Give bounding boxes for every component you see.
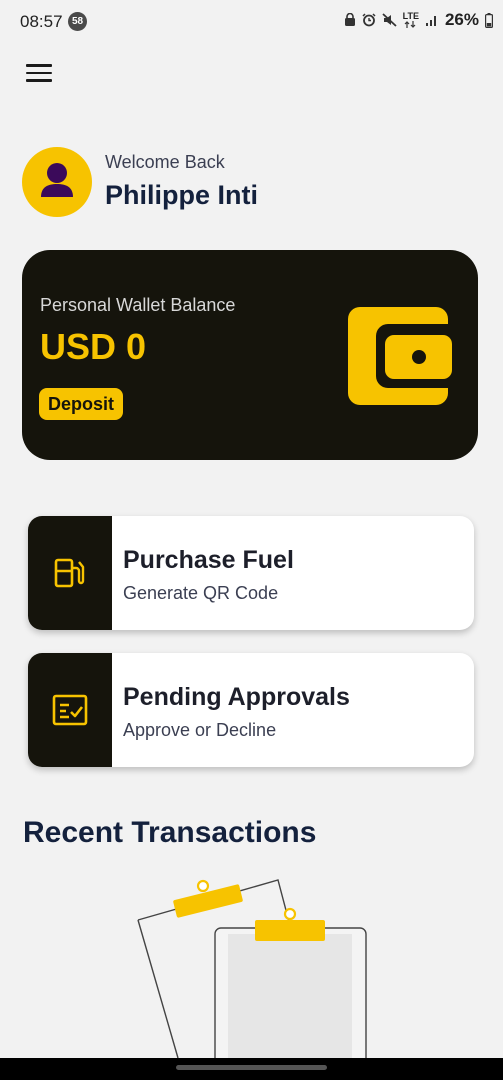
empty-clipboard-illustration <box>137 879 367 1059</box>
welcome-text: Welcome Back <box>105 152 225 172</box>
wallet-balance-card: Personal Wallet Balance USD 0 Deposit <box>22 250 478 460</box>
status-bar: 08:57 58 LTE 26% <box>0 0 503 44</box>
fuel-pump-icon <box>54 558 85 588</box>
user-name: Philippe Inti <box>105 180 258 210</box>
lock-icon <box>344 13 355 26</box>
status-icons: LTE 26% <box>344 10 493 30</box>
battery-icon <box>485 12 493 28</box>
mute-icon <box>382 13 397 27</box>
wallet-icon <box>348 307 452 405</box>
wallet-balance-amount: USD 0 <box>40 326 147 367</box>
battery-percentage: 26% <box>444 10 479 29</box>
pending-approvals-card[interactable]: Pending Approvals Approve or Decline <box>28 653 474 767</box>
notification-count-badge: 58 <box>68 12 87 31</box>
status-time: 08:57 <box>20 12 63 31</box>
person-icon <box>41 163 73 197</box>
deposit-button[interactable]: Deposit <box>39 388 124 420</box>
pending-approvals-subtitle: Approve or Decline <box>123 720 277 740</box>
purchase-fuel-subtitle: Generate QR Code <box>123 583 279 603</box>
avatar[interactable] <box>22 147 92 217</box>
recent-transactions-title: Recent Transactions <box>23 816 317 849</box>
lte-label: LTE <box>402 11 419 21</box>
purchase-fuel-title: Purchase Fuel <box>123 546 294 574</box>
data-arrows-icon <box>404 21 416 28</box>
purchase-fuel-card[interactable]: Purchase Fuel Generate QR Code <box>28 516 474 630</box>
checklist-icon <box>52 694 88 726</box>
pending-approvals-icon-panel <box>28 653 112 767</box>
system-navigation-bar <box>0 1058 503 1080</box>
purchase-fuel-icon-panel <box>28 516 112 630</box>
alarm-icon <box>362 13 376 27</box>
home-gesture-handle[interactable] <box>176 1065 327 1070</box>
hamburger-menu-icon[interactable] <box>26 64 52 86</box>
lte-indicator: LTE <box>403 12 419 28</box>
pending-approvals-title: Pending Approvals <box>123 683 350 711</box>
wallet-balance-label: Personal Wallet Balance <box>40 295 236 315</box>
signal-icon <box>425 16 436 26</box>
